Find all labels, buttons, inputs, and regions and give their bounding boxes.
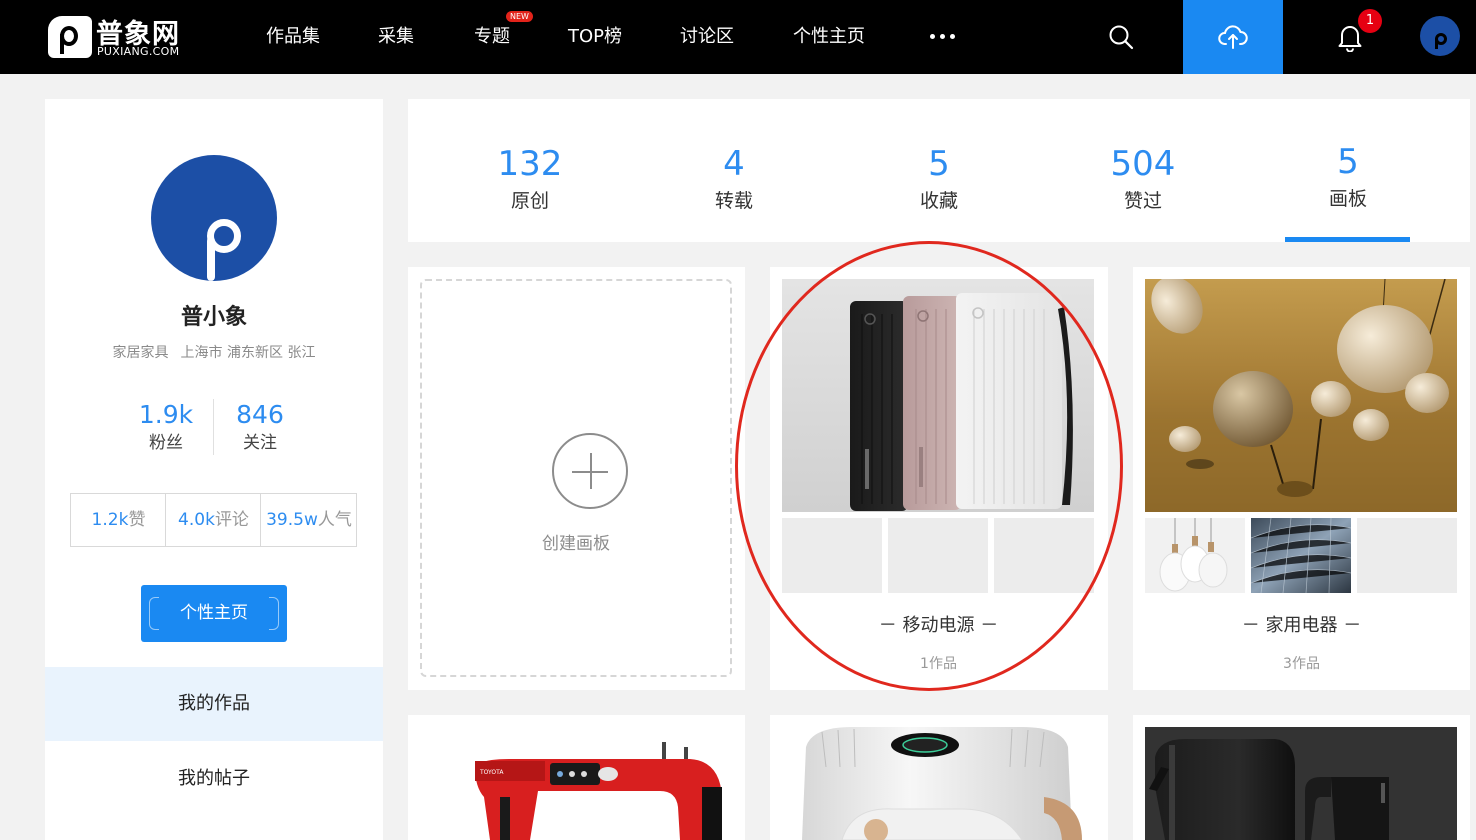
tab-liked[interactable]: 504 赞过 [1063,141,1223,215]
likes-count: 1.2k [91,510,129,530]
bracket-decoration [149,597,159,630]
likes-stat: 1.2k赞 [71,494,166,546]
site-logo[interactable]: 普象网 PUXIANG.COM [48,14,188,60]
personal-homepage-label: 个性主页 [180,603,248,623]
tab-boards-count: 5 [1337,142,1359,182]
create-board-label: 创建画板 [542,534,610,554]
tab-favorites-count: 5 [928,144,950,184]
board-thumbnail-empty [1357,518,1457,593]
air-fryer-image [782,727,1094,840]
svg-text:TOYOTA: TOYOTA [479,769,504,776]
board-card-sewing-machine[interactable]: TOYOTA [408,715,745,840]
pendant-lamps-image [1145,279,1457,512]
plus-icon [552,433,628,509]
bracket-decoration [269,597,279,630]
tab-reposts-count: 4 [723,144,745,184]
board-card-home-appliances[interactable]: － 家用电器 － 3作品 [1133,267,1470,690]
board-work-count: 1作品 [920,656,957,672]
power-bank-image [782,279,1094,512]
board-thumbnail-building[interactable] [1251,518,1351,593]
following-count: 846 [236,400,284,429]
sewing-machine-image: TOYOTA [420,727,732,840]
profile-stats-box: 1.2k赞 4.0k评论 39.5w人气 [70,493,357,547]
black-kettle-image [1145,727,1457,840]
stats-tabs: 132 原创 4 转载 5 收藏 504 赞过 5 画板 [408,99,1470,242]
popularity-label: 人气 [317,510,352,530]
board-thumbnail-empty [888,518,988,593]
followers-stat[interactable]: 1.9k 粉丝 [116,399,216,455]
likes-label: 赞 [128,510,146,530]
profile-sidebar: 普小象 家居家具 上海市 浦东新区 张江 1.9k 粉丝 846 关注 1.2k赞… [45,99,383,840]
profile-meta: 家居家具 上海市 浦东新区 张江 [45,342,383,362]
notification-count-badge: 1 [1358,9,1382,33]
followers-count: 1.9k [138,400,194,429]
new-badge: NEW [506,11,533,22]
search-icon[interactable] [1108,24,1134,50]
board-thumbnail-lamps[interactable] [1145,518,1245,593]
active-tab-indicator [1285,237,1410,242]
board-work-count: 3作品 [1283,656,1320,672]
tab-original-count: 132 [497,144,563,184]
cloud-upload-icon [1218,25,1248,49]
create-board-dropzone[interactable]: 创建画板 [420,279,732,677]
board-card-power-bank[interactable]: － 移动电源 － 1作品 [770,267,1108,690]
following-stat[interactable]: 846 关注 [210,399,310,455]
profile-name: 普小象 [180,305,247,330]
comments-count: 4.0k [178,510,215,530]
board-title[interactable]: － 家用电器 － [1133,611,1470,637]
profile-location: 上海市 浦东新区 张江 [180,345,316,361]
board-title[interactable]: － 移动电源 － [770,611,1107,637]
facade-image [1251,518,1351,593]
board-thumbnail-empty [994,518,1094,593]
nav-item-top-list[interactable]: TOP榜 [568,25,622,49]
profile-category: 家居家具 [112,345,169,361]
comments-label: 评论 [214,510,249,530]
create-board-card[interactable]: 创建画板 [408,267,745,690]
top-nav-bar: 普象网 PUXIANG.COM 作品集 采集 专题 NEW TOP榜 讨论区 个… [0,0,1476,74]
user-avatar[interactable] [1420,16,1460,56]
tab-favorites[interactable]: 5 收藏 [859,141,1019,215]
nav-item-forum[interactable]: 讨论区 [680,25,734,49]
tab-favorites-label: 收藏 [919,190,958,212]
logo-domain: PUXIANG.COM [97,45,180,58]
profile-avatar[interactable] [151,155,277,281]
tab-reposts[interactable]: 4 转载 [654,141,814,215]
sidebar-item-my-posts[interactable]: 我的帖子 [45,742,383,816]
popularity-count: 39.5w [266,510,318,530]
board-cover-image[interactable] [1145,279,1457,512]
board-cover-image[interactable] [782,279,1094,512]
logo-mark-icon [48,16,92,58]
tab-liked-label: 赞过 [1123,190,1162,212]
personal-homepage-button[interactable]: 个性主页 [141,585,287,642]
board-card-kettle[interactable] [1133,715,1470,840]
tab-boards-label: 画板 [1328,188,1367,210]
tab-original[interactable]: 132 原创 [450,141,610,215]
tab-boards[interactable]: 5 画板 [1268,139,1428,213]
tab-original-label: 原创 [510,190,549,212]
board-thumbnail-empty [782,518,882,593]
upload-button[interactable] [1183,0,1283,74]
nav-item-homepage[interactable]: 个性主页 [793,25,865,49]
nav-item-topics[interactable]: 专题 [474,25,510,49]
white-lamps-image [1145,518,1245,593]
comments-stat: 4.0k评论 [166,494,261,546]
sidebar-item-my-works[interactable]: 我的作品 [45,667,383,741]
followers-label: 粉丝 [149,433,183,453]
nav-item-collect[interactable]: 采集 [378,25,414,49]
nav-item-works[interactable]: 作品集 [266,25,320,49]
board-card-air-fryer[interactable] [770,715,1108,840]
tab-liked-count: 504 [1110,144,1176,184]
tab-reposts-label: 转载 [714,190,753,212]
following-label: 关注 [243,433,277,453]
more-dots-icon[interactable] [930,34,956,40]
popularity-stat: 39.5w人气 [261,494,357,546]
